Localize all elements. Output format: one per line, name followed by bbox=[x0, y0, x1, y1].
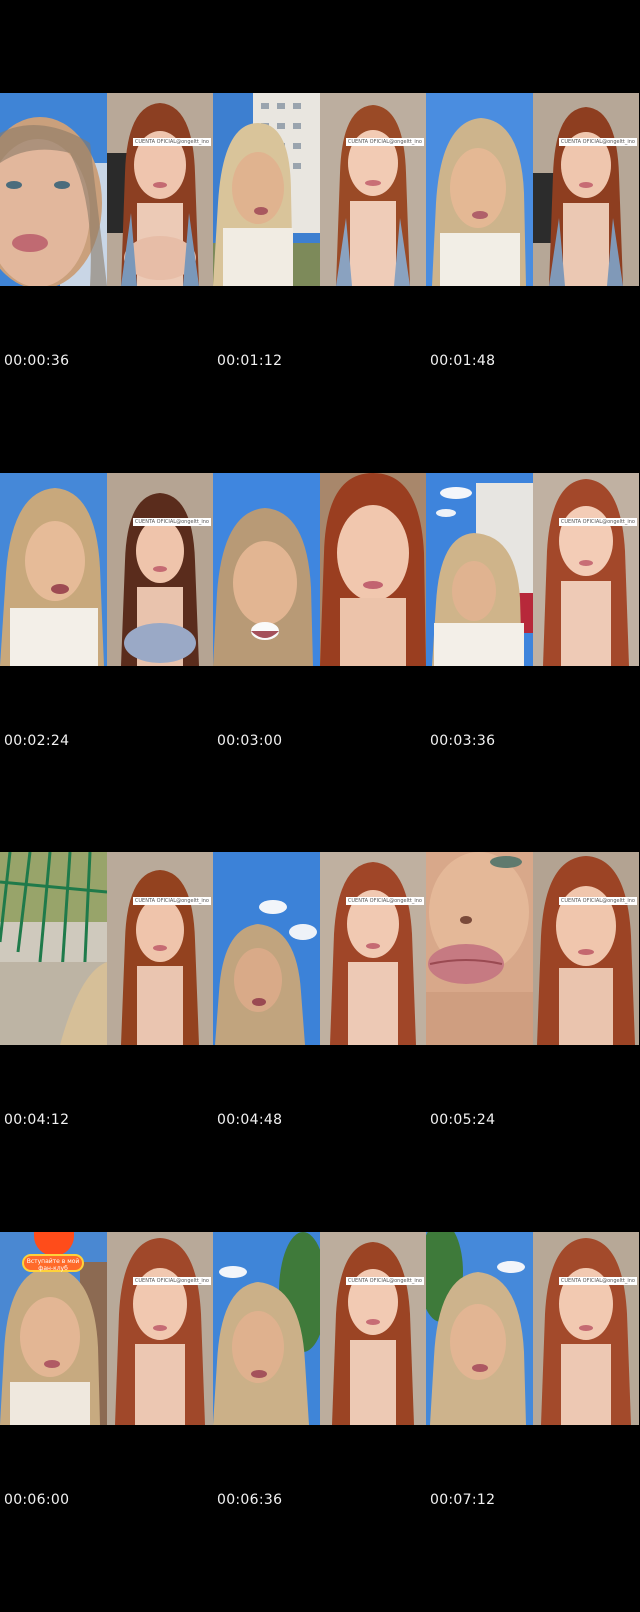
video-thumbnail[interactable]: Вступайте в мой фан-клуб CUENTA OFICIAL@… bbox=[0, 1232, 213, 1425]
left-video-pane bbox=[426, 93, 533, 286]
left-video-pane bbox=[0, 852, 107, 1045]
left-video-pane bbox=[213, 93, 320, 286]
left-video-pane bbox=[213, 852, 320, 1045]
thumbnail-row: Вступайте в мой фан-клуб CUENTA OFICIAL@… bbox=[0, 1232, 640, 1612]
redhead-indoor-image bbox=[320, 1232, 426, 1425]
left-video-pane bbox=[0, 473, 107, 666]
redhead-indoor-image bbox=[107, 93, 213, 286]
watermark: CUENTA OFICIAL@ongeltt_ino bbox=[345, 897, 424, 905]
timestamp-label: 00:01:12 bbox=[217, 353, 283, 369]
right-video-pane: CUENTA OFICIAL@ongeltt_ino bbox=[107, 473, 213, 666]
blonde-sky-image bbox=[426, 93, 533, 286]
timestamp-label: 00:06:00 bbox=[4, 1492, 70, 1508]
fan-club-badge[interactable]: Вступайте в мой фан-клуб bbox=[22, 1254, 84, 1272]
lips-closeup-image bbox=[426, 852, 533, 1045]
left-video-pane bbox=[426, 1232, 533, 1425]
video-thumbnail[interactable]: CUENTA OFICIAL@ongeltt_ino bbox=[0, 852, 213, 1045]
blonde-sky-image bbox=[213, 852, 320, 1045]
video-thumbnail[interactable]: CUENTA OFICIAL@ongeltt_ino bbox=[426, 852, 639, 1045]
watermark: CUENTA OFICIAL@ongeltt_ino bbox=[558, 897, 637, 905]
right-video-pane: CUENTA OFICIAL@ongeltt_ino bbox=[533, 473, 639, 666]
watermark: CUENTA OFICIAL@ongeltt_ino bbox=[558, 1277, 637, 1285]
timestamp-label: 00:01:48 bbox=[430, 353, 496, 369]
blonde-sky-image bbox=[213, 473, 320, 666]
timestamp-label: 00:07:12 bbox=[430, 1492, 496, 1508]
video-thumbnail[interactable]: CUENTA OFICIAL@ongeltt_ino bbox=[213, 1232, 426, 1425]
timestamp-label: 00:03:36 bbox=[430, 733, 496, 749]
timestamp-label: 00:04:12 bbox=[4, 1112, 70, 1128]
watermark: CUENTA OFICIAL@ongeltt_ino bbox=[132, 138, 211, 146]
watermark: CUENTA OFICIAL@ongeltt_ino bbox=[132, 897, 211, 905]
timestamp-label: 00:02:24 bbox=[4, 733, 70, 749]
watermark: CUENTA OFICIAL@ongeltt_ino bbox=[558, 518, 637, 526]
right-video-pane: CUENTA OFICIAL@ongeltt_ino bbox=[320, 93, 426, 286]
timestamp-label: 00:00:36 bbox=[4, 353, 70, 369]
video-thumbnail[interactable]: CUENTA OFICIAL@ongeltt_ino bbox=[426, 93, 639, 286]
redhead-indoor-image bbox=[107, 473, 213, 666]
blonde-trees-image bbox=[426, 1232, 533, 1425]
right-video-pane: CUENTA OFICIAL@ongeltt_ino bbox=[320, 852, 426, 1045]
thumbnail-row: CUENTA OFICIAL@ongeltt_ino CUENTA OFICIA… bbox=[0, 93, 640, 473]
left-video-pane bbox=[213, 473, 320, 666]
thumbnail-row: CUENTA OFICIAL@ongeltt_ino CUENTA OFICIA… bbox=[0, 852, 640, 1232]
watermark: CUENTA OFICIAL@ongeltt_ino bbox=[345, 138, 424, 146]
video-thumbnail[interactable]: CUENTA OFICIAL@ongeltt_ino bbox=[213, 852, 426, 1045]
timestamp-label: 00:06:36 bbox=[217, 1492, 283, 1508]
video-thumbnail[interactable]: CUENTA OFICIAL@ongeltt_ino bbox=[426, 473, 639, 666]
right-video-pane: CUENTA OFICIAL@ongeltt_ino bbox=[107, 1232, 213, 1425]
redhead-indoor-image bbox=[533, 852, 639, 1045]
right-video-pane: CUENTA OFICIAL@ongeltt_ino bbox=[533, 93, 639, 286]
left-video-pane bbox=[426, 852, 533, 1045]
left-video-pane: Вступайте в мой фан-клуб bbox=[0, 1232, 107, 1425]
blonde-trees-image bbox=[213, 1232, 320, 1425]
right-video-pane: CUENTA OFICIAL@ongeltt_ino bbox=[533, 852, 639, 1045]
redhead-indoor-image bbox=[533, 93, 639, 286]
redhead-indoor-image bbox=[107, 1232, 213, 1425]
timestamp-label: 00:03:00 bbox=[217, 733, 283, 749]
video-thumbnail[interactable]: CUENTA OFICIAL@ongeltt_ino bbox=[0, 93, 213, 286]
watermark: CUENTA OFICIAL@ongeltt_ino bbox=[132, 518, 211, 526]
watermark: CUENTA OFICIAL@ongeltt_ino bbox=[558, 138, 637, 146]
blonde-building-image bbox=[426, 473, 533, 666]
video-thumbnail[interactable]: CUENTA OFICIAL@ongeltt_ino bbox=[426, 1232, 639, 1425]
watermark: CUENTA OFICIAL@ongeltt_ino bbox=[132, 1277, 211, 1285]
right-video-pane: CUENTA OFICIAL@ongeltt_ino bbox=[533, 1232, 639, 1425]
video-thumbnail[interactable]: CUENTA OFICIAL@ongeltt_ino bbox=[0, 473, 213, 666]
redhead-indoor-image bbox=[533, 1232, 639, 1425]
redhead-indoor-image bbox=[320, 93, 426, 286]
contact-sheet: CUENTA OFICIAL@ongeltt_ino CUENTA OFICIA… bbox=[0, 0, 640, 1518]
redhead-indoor-image bbox=[533, 473, 639, 666]
redhead-indoor-image bbox=[107, 852, 213, 1045]
right-video-pane: CUENTA OFICIAL@ongeltt_ino bbox=[107, 852, 213, 1045]
video-thumbnail[interactable] bbox=[213, 473, 426, 666]
timestamp-label: 00:05:24 bbox=[430, 1112, 496, 1128]
video-thumbnail[interactable]: CUENTA OFICIAL@ongeltt_ino bbox=[213, 93, 426, 286]
redhead-indoor-image bbox=[320, 852, 426, 1045]
left-video-pane bbox=[0, 93, 107, 286]
blonde-sky-image bbox=[0, 473, 107, 666]
blonde-closeup-image bbox=[0, 93, 107, 286]
right-video-pane: CUENTA OFICIAL@ongeltt_ino bbox=[320, 1232, 426, 1425]
watermark: CUENTA OFICIAL@ongeltt_ino bbox=[345, 1277, 424, 1285]
blonde-building-image bbox=[213, 93, 320, 286]
thumbnail-row: CUENTA OFICIAL@ongeltt_ino CUENTA OFICIA… bbox=[0, 473, 640, 853]
left-video-pane bbox=[426, 473, 533, 666]
right-video-pane: CUENTA OFICIAL@ongeltt_ino bbox=[107, 93, 213, 286]
timestamp-label: 00:04:48 bbox=[217, 1112, 283, 1128]
left-video-pane bbox=[213, 1232, 320, 1425]
right-video-pane bbox=[320, 473, 426, 666]
redhead-closeup-image bbox=[320, 473, 426, 666]
playground-fence-image bbox=[0, 852, 107, 1045]
